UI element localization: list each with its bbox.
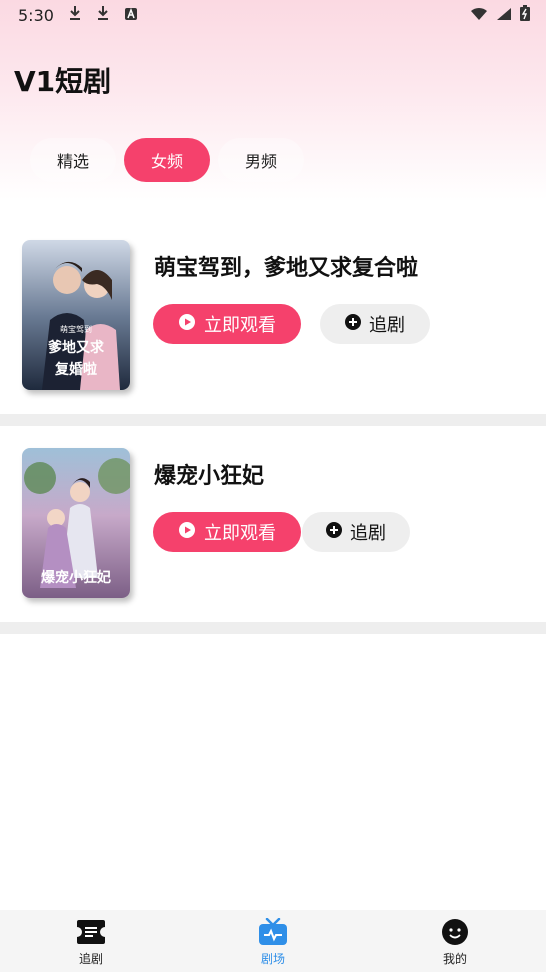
category-tabs: 精选 女频 男频 (30, 138, 304, 182)
tab-featured[interactable]: 精选 (30, 138, 116, 182)
tab-female[interactable]: 女频 (124, 138, 210, 182)
signal-icon (496, 6, 512, 25)
svg-text:萌宝驾到: 萌宝驾到 (60, 324, 92, 334)
drama-cover-image[interactable]: 爹地又求 复婚啦 萌宝驾到 (22, 240, 130, 390)
nav-item-follow[interactable]: 追剧 (0, 910, 182, 972)
drama-title[interactable]: 爆宠小狂妃 (154, 458, 264, 490)
follow-drama-button[interactable]: 追剧 (302, 512, 410, 552)
play-icon (178, 313, 196, 336)
watch-now-button[interactable]: 立即观看 (153, 304, 301, 344)
ticket-icon (76, 918, 106, 946)
add-circle-icon (345, 313, 361, 335)
nav-item-theater[interactable]: 剧场 (182, 910, 364, 972)
follow-drama-label: 追剧 (369, 315, 405, 336)
svg-text:爹地又求: 爹地又求 (47, 339, 105, 356)
nav-label: 我的 (442, 952, 467, 966)
section-divider (0, 414, 546, 426)
wifi-icon (470, 6, 488, 25)
section-divider (0, 622, 546, 634)
drama-title[interactable]: 萌宝驾到，爹地又求复合啦 (154, 250, 418, 282)
bottom-navigation: 追剧 剧场 我的 (0, 910, 546, 972)
follow-drama-button[interactable]: 追剧 (320, 304, 430, 344)
add-circle-icon (326, 521, 342, 543)
app-title: V1短剧 (14, 65, 112, 98)
nav-label: 追剧 (78, 952, 103, 966)
svg-text:复婚啦: 复婚啦 (54, 361, 97, 378)
nav-label: 剧场 (260, 952, 285, 966)
status-time: 5:30 (18, 5, 54, 25)
svg-text:爆宠小狂妃: 爆宠小狂妃 (41, 569, 111, 586)
follow-drama-label: 追剧 (350, 523, 386, 544)
drama-card: 爹地又求 复婚啦 萌宝驾到 萌宝驾到，爹地又求复合啦 立即观看 追剧 (0, 228, 546, 414)
watch-now-button[interactable]: 立即观看 (153, 512, 301, 552)
battery-icon (520, 5, 530, 25)
download-icon (68, 5, 82, 25)
drama-cover-image[interactable]: 爆宠小狂妃 (22, 448, 130, 598)
watch-now-label: 立即观看 (204, 523, 276, 544)
play-icon (178, 521, 196, 544)
status-bar: 5:30 (0, 0, 546, 30)
profile-face-icon (440, 918, 470, 946)
tv-icon (258, 918, 288, 946)
nav-item-profile[interactable]: 我的 (364, 910, 546, 972)
drama-card: 爆宠小狂妃 爆宠小狂妃 立即观看 追剧 (0, 436, 546, 622)
download-icon (96, 5, 110, 25)
watch-now-label: 立即观看 (204, 315, 276, 336)
app-notification-icon (124, 6, 138, 25)
tab-male[interactable]: 男频 (218, 138, 304, 182)
